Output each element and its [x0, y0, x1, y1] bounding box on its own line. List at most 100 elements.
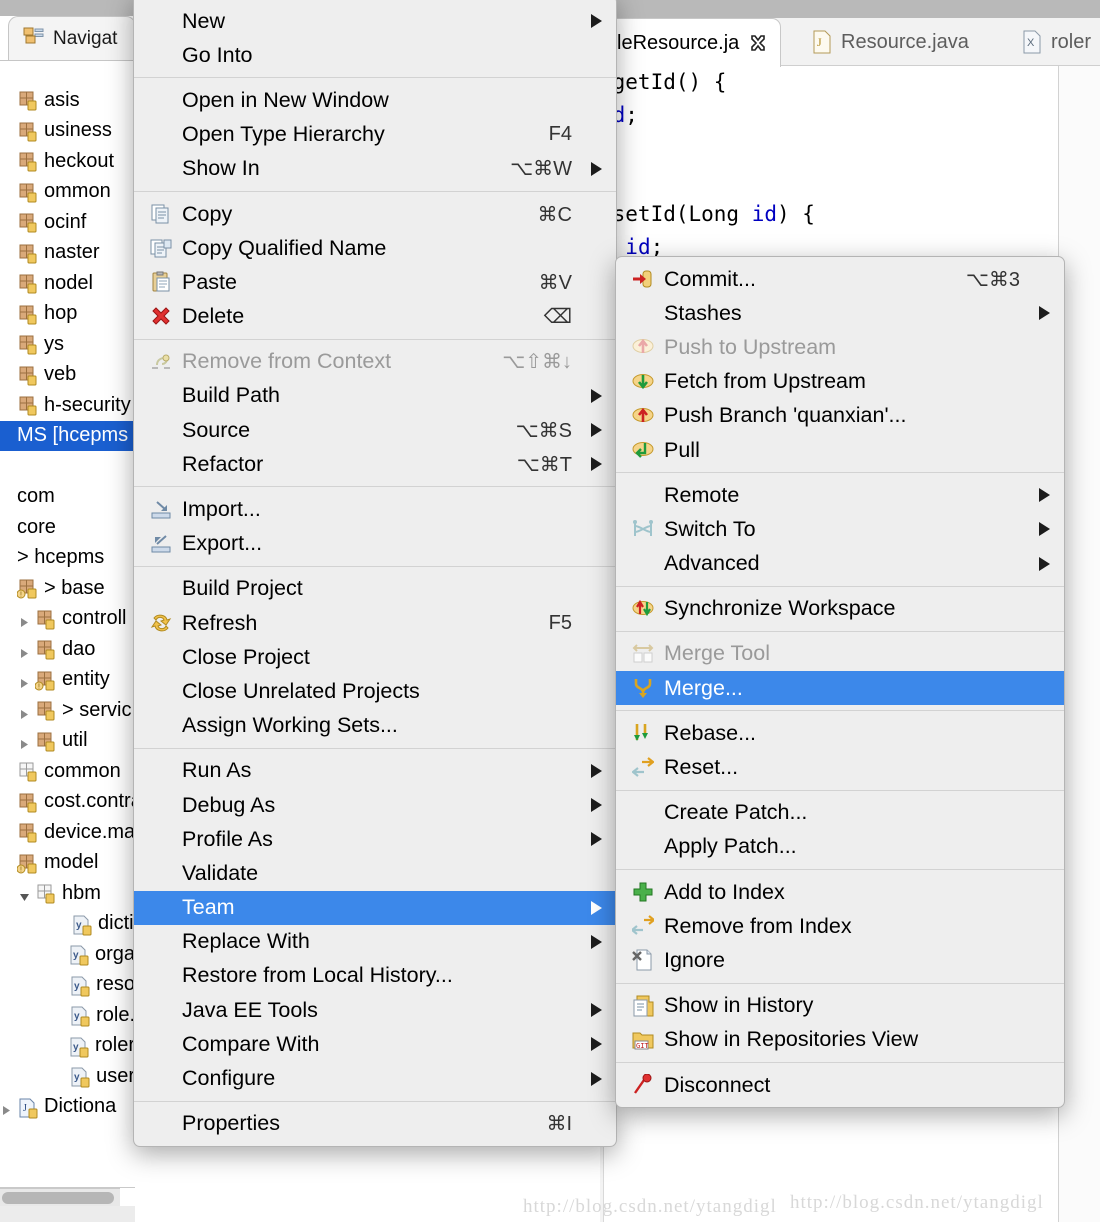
- menu-item-import[interactable]: Import...: [134, 492, 616, 526]
- menu-item-close-unrelated-projects[interactable]: Close Unrelated Projects: [134, 674, 616, 708]
- menu-item-show-in[interactable]: Show In ⌥⌘W: [134, 152, 616, 186]
- menu-item-pull[interactable]: Pull: [616, 433, 1064, 467]
- menu-item-compare-with[interactable]: Compare With: [134, 1027, 616, 1061]
- chevron-right-icon[interactable]: [0, 1100, 13, 1116]
- menu-item-export[interactable]: Export...: [134, 527, 616, 561]
- tree-item[interactable]: h-security: [0, 390, 135, 421]
- menu-item-team[interactable]: Team: [134, 890, 616, 925]
- menu-item-show-in-repositories-view[interactable]: GIT Show in Repositories View: [616, 1023, 1064, 1057]
- tree-item[interactable]: nodel: [0, 268, 135, 299]
- tree-item[interactable]: y roler: [0, 1031, 135, 1062]
- tree-item[interactable]: cost.contra: [0, 787, 135, 818]
- context-menu[interactable]: New Go Into Open in New Window Open Type Hi…: [133, 0, 617, 1147]
- chevron-down-icon[interactable]: [18, 887, 31, 901]
- menu-item-reset[interactable]: Reset...: [616, 750, 1064, 784]
- tree-item[interactable]: y dicti: [0, 909, 135, 940]
- tree-item[interactable]: veb: [0, 360, 135, 391]
- chevron-right-icon[interactable]: [18, 612, 31, 628]
- menu-item-run-as[interactable]: Run As: [134, 754, 616, 788]
- editor-tab[interactable]: Xroler: [1010, 18, 1100, 66]
- view-tab-navigator[interactable]: Navigat: [8, 16, 135, 60]
- menu-item-properties[interactable]: Properties ⌘I: [134, 1107, 616, 1141]
- menu-item-open-type-hierarchy[interactable]: Open Type Hierarchy F4: [134, 118, 616, 152]
- menu-item-disconnect[interactable]: Disconnect: [616, 1068, 1064, 1102]
- menu-item-replace-with[interactable]: Replace With: [134, 925, 616, 959]
- menu-item-rebase[interactable]: Rebase...: [616, 716, 1064, 750]
- menu-item-apply-patch[interactable]: Apply Patch...: [616, 830, 1064, 864]
- tree-item[interactable]: > servic: [0, 695, 135, 726]
- tree-item[interactable]: naster: [0, 238, 135, 269]
- tree-item[interactable]: device.ma: [0, 817, 135, 848]
- menu-item-new[interactable]: New: [134, 4, 616, 38]
- menu-item-java-ee-tools[interactable]: Java EE Tools: [134, 993, 616, 1027]
- tree-item[interactable]: ! model: [0, 848, 135, 879]
- menu-item-build-path[interactable]: Build Path: [134, 379, 616, 413]
- menu-item-configure[interactable]: Configure: [134, 1061, 616, 1095]
- menu-item-merge[interactable]: Merge...: [616, 671, 1064, 706]
- tree-item[interactable]: hbm: [0, 878, 135, 909]
- tree-item[interactable]: com: [0, 482, 135, 513]
- tree-item[interactable]: ! entity: [0, 665, 135, 696]
- tree-item[interactable]: util: [0, 726, 135, 757]
- tree-item[interactable]: common: [0, 756, 135, 787]
- tree-item[interactable]: y reso: [0, 970, 135, 1001]
- chevron-right-icon[interactable]: [18, 643, 31, 658]
- menu-item-fetch-from-upstream[interactable]: Fetch from Upstream: [616, 365, 1064, 399]
- tree-item[interactable]: core: [0, 512, 135, 543]
- tree-item[interactable]: > hcepms: [0, 543, 135, 574]
- menu-item-show-in-history[interactable]: Show in History: [616, 989, 1064, 1023]
- menu-item-copy[interactable]: Copy ⌘C: [134, 197, 616, 231]
- menu-item-open-in-new-window[interactable]: Open in New Window: [134, 83, 616, 117]
- menu-item-add-to-index[interactable]: Add to Index: [616, 875, 1064, 909]
- tree-item[interactable]: ommon: [0, 177, 135, 208]
- menu-item-source[interactable]: Source ⌥⌘S: [134, 413, 616, 447]
- chevron-right-icon[interactable]: [18, 673, 31, 689]
- chevron-right-icon[interactable]: [18, 704, 31, 719]
- menu-item-push-branch-quanxian[interactable]: Push Branch 'quanxian'...: [616, 399, 1064, 433]
- tree-item[interactable]: y user: [0, 1061, 135, 1092]
- menu-item-restore-from-local-history[interactable]: Restore from Local History...: [134, 959, 616, 993]
- menu-item-remote[interactable]: Remote: [616, 478, 1064, 512]
- tree-item[interactable]: hop: [0, 299, 135, 330]
- team-submenu[interactable]: Commit... ⌥⌘3 Stashes Push to Upstream Fetch…: [615, 256, 1065, 1109]
- menu-item-close-project[interactable]: Close Project: [134, 640, 616, 674]
- chevron-right-icon[interactable]: [18, 734, 31, 750]
- project-tree[interactable]: asis usiness heckout ommon ocinf naster nodel h…: [0, 85, 135, 1122]
- tree-item[interactable]: usiness: [0, 116, 135, 147]
- menu-item-go-into[interactable]: Go Into: [134, 38, 616, 72]
- tree-item[interactable]: y role.: [0, 1000, 135, 1031]
- menu-item-refactor[interactable]: Refactor ⌥⌘T: [134, 447, 616, 481]
- tree-item[interactable]: asis: [0, 85, 135, 116]
- menu-item-assign-working-sets[interactable]: Assign Working Sets...: [134, 709, 616, 743]
- scrollbar-thumb[interactable]: [2, 1192, 114, 1204]
- tree-item[interactable]: ocinf: [0, 207, 135, 238]
- tree-item[interactable]: dao: [0, 634, 135, 665]
- menu-item-copy-qualified-name[interactable]: Copy Qualified Name: [134, 231, 616, 265]
- menu-item-profile-as[interactable]: Profile As: [134, 822, 616, 856]
- menu-item-switch-to[interactable]: Switch To: [616, 512, 1064, 546]
- menu-item-advanced[interactable]: Advanced: [616, 547, 1064, 581]
- horizontal-scrollbar[interactable]: [0, 1188, 120, 1206]
- tree-item[interactable]: ! > base: [0, 573, 135, 604]
- tree-item[interactable]: heckout: [0, 146, 135, 177]
- menu-item-validate[interactable]: Validate: [134, 856, 616, 890]
- editor-tab[interactable]: J Resource.java: [800, 18, 981, 66]
- tree-item[interactable]: J Dictiona: [0, 1092, 135, 1123]
- menu-item-stashes[interactable]: Stashes: [616, 296, 1064, 330]
- menu-item-refresh[interactable]: Refresh F5: [134, 606, 616, 640]
- menu-item-debug-as[interactable]: Debug As: [134, 788, 616, 822]
- menu-item-delete[interactable]: Delete ⌫: [134, 300, 616, 334]
- tree-item-selected[interactable]: MS [hcepms o: [0, 420, 135, 451]
- menu-item-commit[interactable]: Commit... ⌥⌘3: [616, 262, 1064, 296]
- menu-item-create-patch[interactable]: Create Patch...: [616, 796, 1064, 830]
- menu-item-remove-from-index[interactable]: Remove from Index: [616, 909, 1064, 943]
- tree-item[interactable]: y orga: [0, 939, 135, 970]
- menu-item-ignore[interactable]: Ignore: [616, 943, 1064, 977]
- tree-item[interactable]: [0, 451, 135, 482]
- menu-item-synchronize-workspace[interactable]: Synchronize Workspace: [616, 592, 1064, 626]
- menu-item-paste[interactable]: Paste ⌘V: [134, 265, 616, 299]
- close-icon[interactable]: [748, 33, 768, 53]
- menu-item-build-project[interactable]: Build Project: [134, 572, 616, 606]
- tree-item[interactable]: controll: [0, 604, 135, 635]
- editor-tab[interactable]: leResource.ja: [604, 18, 782, 67]
